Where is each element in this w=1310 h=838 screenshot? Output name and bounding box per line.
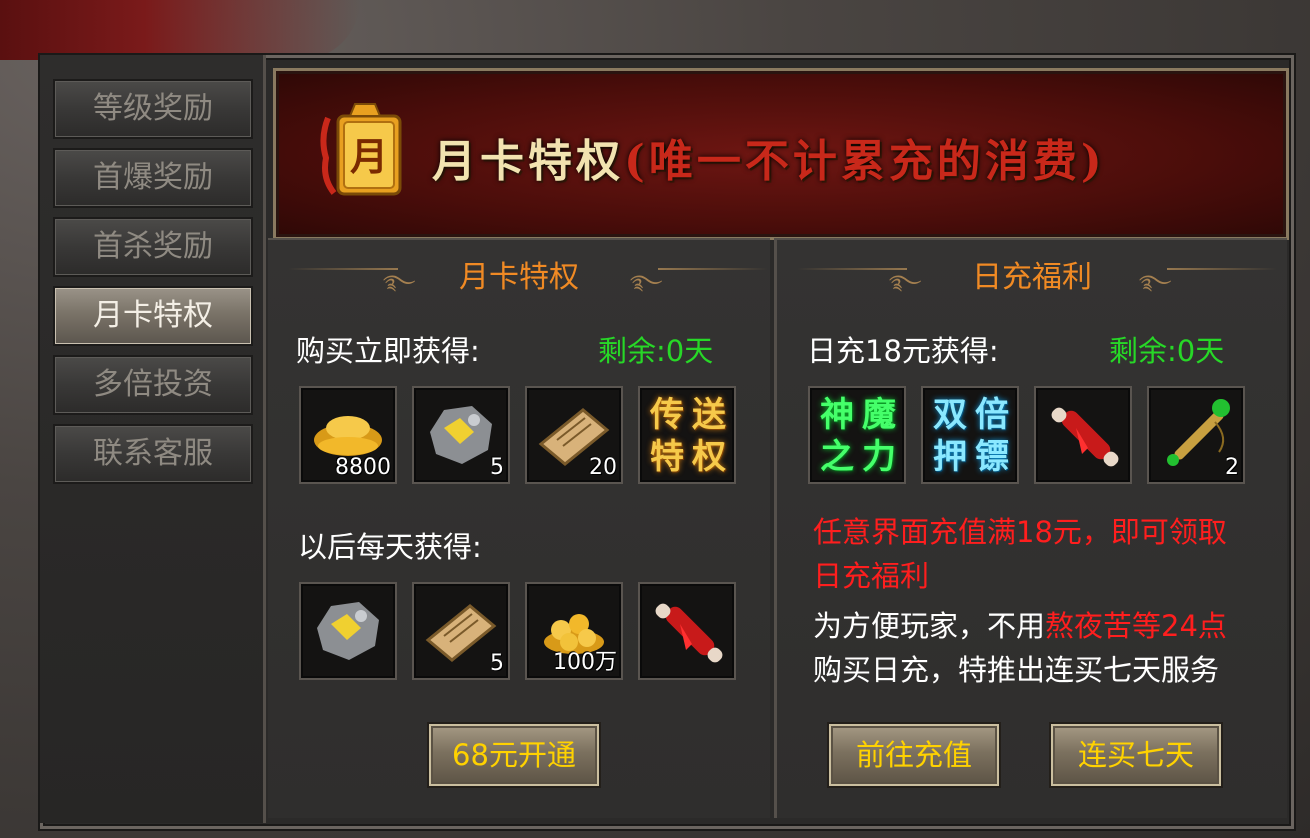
sidebar: 等级奖励 首爆奖励 首杀奖励 月卡特权 多倍投资 联系客服 bbox=[40, 55, 266, 823]
daily-label: 以后每天获得: bbox=[298, 530, 482, 564]
ore-icon bbox=[317, 602, 379, 660]
item-qty: 100万 bbox=[553, 650, 617, 675]
daily-recharge-heading: 日充福利 bbox=[972, 260, 1092, 295]
recharge-notice-line4: 购买日充，特推出连买七天服务 bbox=[813, 653, 1220, 687]
monthly-card-panel: ࿐ 月卡特权 ࿐ 购买立即获得: 剩余:0天 8800 5 20 传送 特权 以… bbox=[268, 238, 770, 818]
badge-char: 月 bbox=[350, 134, 388, 179]
heading-ornament-right bbox=[658, 268, 768, 270]
daily-buy-label: 日充18元获得: bbox=[807, 334, 999, 368]
item-slot[interactable] bbox=[638, 582, 736, 680]
double-escort-icon[interactable]: 双倍 押镖 bbox=[921, 386, 1019, 484]
item-qty: 5 bbox=[490, 455, 504, 480]
banner-title: 月卡特权(唯一不计累充的消费) bbox=[432, 136, 1106, 187]
item-qty: 8800 bbox=[335, 455, 391, 480]
monthly-card-heading: 月卡特权 bbox=[459, 260, 579, 295]
daily-recharge-panel: ࿐ 日充福利 ࿐ 日充18元获得: 剩余:0天 神魔 之力 双倍 押镖 2 任意… bbox=[774, 238, 1287, 818]
remain-days: 剩余:0天 bbox=[598, 334, 714, 368]
red-scroll-icon bbox=[655, 603, 723, 663]
item-qty: 2 bbox=[1225, 455, 1239, 480]
item-slot[interactable] bbox=[299, 582, 397, 680]
buy-label: 购买立即获得: bbox=[296, 334, 480, 368]
heading-ornament-right bbox=[1167, 268, 1277, 270]
red-scroll-icon bbox=[1051, 407, 1119, 467]
item-slot[interactable]: 8800 bbox=[299, 386, 397, 484]
dragon-ornament bbox=[0, 0, 360, 60]
sidebar-item-first-drop-reward[interactable]: 首爆奖励 bbox=[53, 148, 253, 208]
recharge-notice-line2: 日充福利 bbox=[813, 559, 930, 593]
sidebar-item-monthly-card[interactable]: 月卡特权 bbox=[53, 286, 253, 346]
activate-68-button[interactable]: 68元开通 bbox=[427, 722, 601, 788]
go-recharge-button[interactable]: 前往充值 bbox=[827, 722, 1001, 788]
item-qty: 20 bbox=[589, 455, 617, 480]
recharge-notice-line1: 任意界面充值满18元，即可领取 bbox=[813, 515, 1227, 549]
item-qty: 5 bbox=[490, 651, 504, 676]
divine-power-icon[interactable]: 神魔 之力 bbox=[808, 386, 906, 484]
item-slot[interactable] bbox=[1034, 386, 1132, 484]
sidebar-item-contact-support[interactable]: 联系客服 bbox=[53, 424, 253, 484]
sidebar-item-first-kill-reward[interactable]: 首杀奖励 bbox=[53, 217, 253, 277]
recharge-notice-line3: 为方便玩家，不用熬夜苦等24点 bbox=[813, 609, 1227, 643]
monthly-card-badge-icon: 月 bbox=[320, 98, 410, 203]
item-slot[interactable]: 5 bbox=[412, 386, 510, 484]
sidebar-item-multi-investment[interactable]: 多倍投资 bbox=[53, 355, 253, 415]
item-slot[interactable]: 100万 bbox=[525, 582, 623, 680]
teleport-privilege-icon[interactable]: 传送 特权 bbox=[638, 386, 736, 484]
item-slot[interactable]: 5 bbox=[412, 582, 510, 680]
item-slot[interactable]: 20 bbox=[525, 386, 623, 484]
remain-days: 剩余:0天 bbox=[1109, 334, 1225, 368]
item-slot[interactable]: 2 bbox=[1147, 386, 1245, 484]
banner-subtitle: (唯一不计累充的消费) bbox=[624, 136, 1106, 187]
buy-seven-days-button[interactable]: 连买七天 bbox=[1049, 722, 1223, 788]
sidebar-item-level-reward[interactable]: 等级奖励 bbox=[53, 79, 253, 139]
